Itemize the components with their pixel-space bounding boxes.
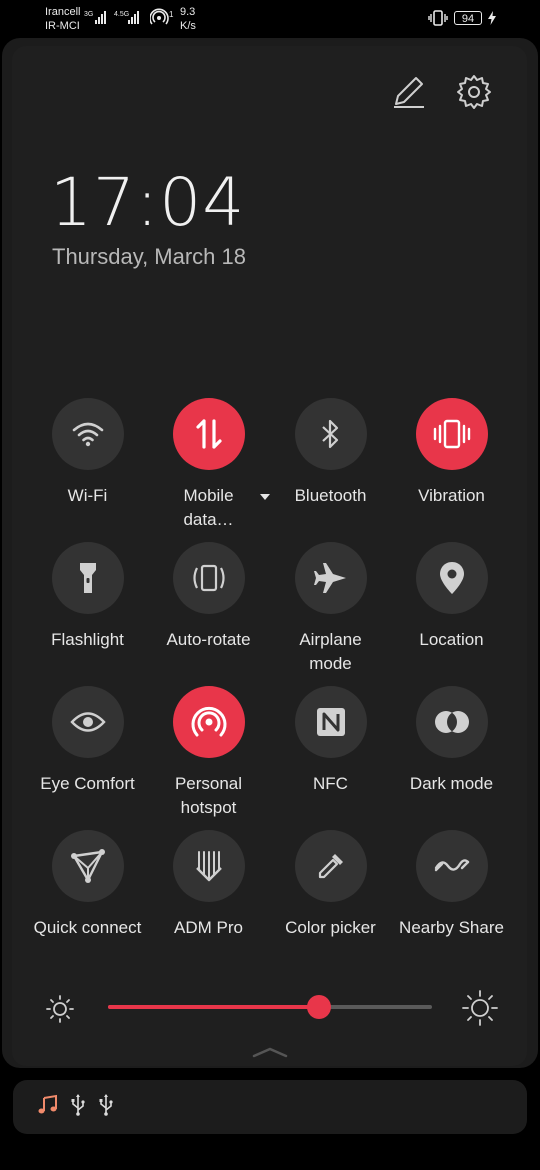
bluetooth-icon — [319, 417, 343, 451]
tile-toggle-button[interactable] — [172, 542, 245, 614]
tile-toggle-button[interactable] — [294, 830, 367, 902]
tile-quick-connect[interactable]: Quick connect — [27, 830, 148, 940]
tile-label: Auto-rotate — [166, 630, 251, 649]
battery-icon: 94 — [454, 11, 482, 25]
tile-toggle-button[interactable] — [172, 686, 245, 758]
pencil-icon[interactable] — [390, 74, 426, 110]
speed-unit: K/s — [180, 20, 196, 32]
tile-label: Bluetooth — [294, 486, 367, 505]
auto-rotate-icon — [189, 560, 229, 596]
clock-date[interactable]: Thursday, March 18 — [52, 244, 246, 270]
tile-label: Wi-Fi — [67, 486, 108, 505]
nearby-share-icon — [434, 854, 470, 878]
tile-color-picker[interactable]: Color picker — [270, 830, 391, 940]
tile-toggle-button[interactable] — [51, 686, 124, 758]
usb-icon — [71, 1094, 85, 1116]
clock-time[interactable]: 17:04 — [50, 165, 245, 241]
tile-location[interactable]: Location — [391, 542, 512, 652]
tile-toggle-button[interactable] — [51, 830, 124, 902]
tile-eye-comfort[interactable]: Eye Comfort — [27, 686, 148, 796]
quick-connect-icon — [70, 848, 106, 884]
adm-pro-icon — [191, 848, 227, 884]
tile-label: Color picker — [285, 918, 376, 937]
tile-dark-mode[interactable]: Dark mode — [391, 686, 512, 796]
tile-toggle-button[interactable] — [415, 686, 488, 758]
wifi-icon — [71, 417, 105, 451]
tile-wi-fi[interactable]: Wi-Fi — [27, 398, 148, 508]
signal-icon: 3G — [84, 11, 106, 24]
tile-nearby-share[interactable]: Nearby Share — [391, 830, 512, 940]
tile-vibration[interactable]: Vibration — [391, 398, 512, 508]
chevron-down-icon[interactable] — [260, 494, 270, 500]
vibrate-icon — [428, 10, 448, 26]
network-type-2: 4.5G — [114, 11, 129, 18]
tile-mobile-data[interactable]: Mobile data… — [148, 398, 269, 532]
tile-label: Vibration — [418, 486, 485, 505]
tile-label: Quick connect — [33, 918, 142, 937]
tile-toggle-button[interactable] — [172, 398, 245, 470]
hotspot-count: 1 — [169, 10, 174, 19]
tile-label: NFC — [313, 774, 348, 793]
brightness-high-icon — [462, 990, 498, 1026]
tile-toggle-button[interactable] — [415, 830, 488, 902]
tile-label: Nearby Share — [399, 918, 504, 937]
tile-label: Flashlight — [51, 630, 124, 649]
tile-toggle-button[interactable] — [294, 398, 367, 470]
brightness-slider[interactable] — [108, 995, 432, 1019]
hotspot-icon: 1 — [150, 8, 174, 25]
gear-icon[interactable] — [455, 73, 493, 111]
nfc-icon — [315, 706, 347, 738]
tile-toggle-button[interactable] — [415, 398, 488, 470]
eye-icon — [69, 709, 106, 735]
tile-toggle-button[interactable] — [51, 542, 124, 614]
collapse-handle-icon[interactable] — [252, 1046, 288, 1058]
tile-personal-hotspot[interactable]: Personal hotspot — [148, 686, 269, 820]
charging-icon — [488, 11, 496, 25]
tile-toggle-button[interactable] — [415, 542, 488, 614]
notification-icons-bar[interactable] — [13, 1080, 527, 1134]
tile-label: ADM Pro — [174, 918, 243, 937]
tile-auto-rotate[interactable]: Auto-rotate — [148, 542, 269, 652]
carrier-names: Irancell IR-MCI — [45, 5, 80, 33]
network-speed: 9.3 K/s — [180, 5, 196, 33]
carrier-1: Irancell — [45, 6, 81, 18]
tile-toggle-button[interactable] — [294, 542, 367, 614]
location-icon — [438, 560, 466, 596]
tile-adm-pro[interactable]: ADM Pro — [148, 830, 269, 940]
tile-label: Mobile data… — [183, 486, 234, 529]
tile-nfc[interactable]: NFC — [270, 686, 391, 796]
mobile-data-icon — [194, 417, 224, 451]
color-picker-icon — [315, 850, 347, 882]
tile-toggle-button[interactable] — [294, 686, 367, 758]
tile-flashlight[interactable]: Flashlight — [27, 542, 148, 652]
brightness-slider-fill — [108, 1005, 319, 1009]
airplane-icon — [313, 560, 349, 596]
battery-level: 94 — [461, 13, 475, 25]
vibration-icon — [432, 417, 472, 451]
tile-airplane-mode[interactable]: Airplane mode — [270, 542, 391, 676]
tile-bluetooth[interactable]: Bluetooth — [270, 398, 391, 508]
right-status-icons: 94 — [428, 8, 496, 28]
brightness-low-icon — [46, 995, 74, 1023]
network-type-1: 3G — [84, 11, 93, 18]
tile-toggle-button[interactable] — [51, 398, 124, 470]
tile-label: Location — [419, 630, 484, 649]
signal-icon: 4.5G — [114, 11, 139, 24]
music-note-icon — [38, 1094, 57, 1114]
tile-label: Dark mode — [409, 774, 494, 793]
carrier-2: IR-MCI — [45, 20, 80, 32]
tile-label: Personal hotspot — [174, 774, 243, 817]
tile-label: Eye Comfort — [40, 774, 135, 793]
tile-toggle-button[interactable] — [172, 830, 245, 902]
dark-mode-icon — [433, 707, 471, 737]
tile-label: Airplane mode — [299, 630, 362, 673]
status-bar: Irancell IR-MCI 3G 4.5G 1 9.3 K/s 94 — [0, 0, 540, 36]
usb-icon — [99, 1094, 113, 1116]
speed-value: 9.3 — [180, 6, 196, 18]
flashlight-icon — [77, 560, 99, 596]
hotspot-icon — [190, 703, 228, 741]
brightness-slider-thumb[interactable] — [306, 995, 331, 1019]
